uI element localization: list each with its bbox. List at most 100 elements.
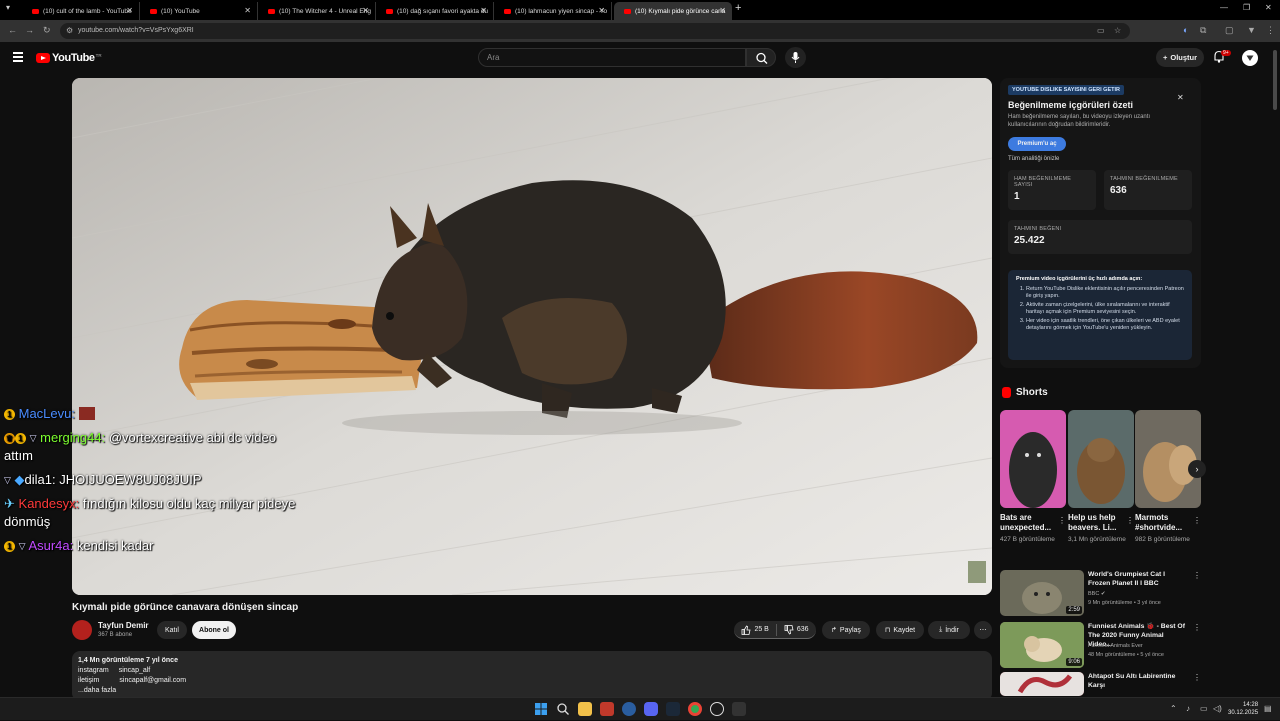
extension-icon[interactable]: ◐: [1183, 25, 1188, 35]
download-button[interactable]: ⤓ İndir: [928, 621, 970, 639]
all-analytics-link[interactable]: Tüm analitiği önizle: [1008, 156, 1059, 162]
windows-start-icon[interactable]: [534, 702, 548, 716]
chat-username: merging44:: [40, 430, 106, 445]
search-input[interactable]: [487, 53, 727, 62]
notification-center-icon[interactable]: ▤: [1264, 704, 1272, 713]
youtube-logo[interactable]: YouTube TR: [36, 52, 102, 64]
more-vert-icon[interactable]: ⋮: [1193, 623, 1201, 632]
network-icon[interactable]: ▭: [1200, 704, 1208, 713]
channel-avatar[interactable]: [72, 620, 92, 640]
video-thumbnail[interactable]: 9:06: [1000, 622, 1084, 668]
video-title[interactable]: World's Grumpiest Cat I Frozen Planet II…: [1088, 570, 1188, 588]
badge-icon: 1: [4, 541, 15, 552]
new-tab-icon[interactable]: +: [735, 2, 741, 14]
discord-icon[interactable]: [644, 702, 658, 716]
short-title[interactable]: Help us help beavers. Li...: [1068, 513, 1124, 533]
file-explorer-icon[interactable]: [578, 702, 592, 716]
site-info-icon[interactable]: ⚙: [66, 26, 73, 35]
app-icon[interactable]: [732, 702, 746, 716]
bookmark-star-icon[interactable]: ☆: [1114, 26, 1121, 35]
dislike-button[interactable]: 636: [784, 624, 809, 635]
search-button[interactable]: [746, 48, 776, 67]
account-avatar[interactable]: [1242, 50, 1258, 66]
chrome-icon[interactable]: [688, 702, 702, 716]
sidebar-icon[interactable]: ▢: [1225, 25, 1234, 36]
taskbar-search-icon[interactable]: [556, 702, 570, 716]
more-vert-icon[interactable]: ⋮: [1193, 516, 1201, 525]
divider: [775, 623, 777, 636]
dislike-count: 636: [796, 626, 809, 633]
short-thumbnail[interactable]: [1135, 410, 1201, 508]
more-vert-icon[interactable]: ⋮: [1193, 571, 1201, 580]
profile-icon[interactable]: ▼: [1247, 25, 1256, 35]
cast-icon[interactable]: ▭: [1097, 26, 1105, 35]
browser-tab[interactable]: (10) cult of the lamb - YouTube ✕: [22, 2, 140, 20]
app-icon[interactable]: [710, 702, 724, 716]
scrollbar-thumb[interactable]: [1273, 50, 1277, 110]
more-vert-icon[interactable]: ⋮: [1058, 516, 1066, 525]
chat-username: Kandesyx:: [18, 496, 80, 511]
join-button[interactable]: Katıl: [157, 621, 187, 639]
like-button[interactable]: 25 B: [741, 624, 769, 635]
browser-tab[interactable]: (10) The Witcher 4 - Unreal Eng ✕: [258, 2, 376, 20]
more-vert-icon[interactable]: ⋮: [1193, 673, 1200, 682]
tab-close-icon[interactable]: ✕: [598, 6, 605, 15]
steam-icon[interactable]: [666, 702, 680, 716]
browser-menu-icon[interactable]: ⋮: [1266, 25, 1275, 36]
page-scrollbar[interactable]: [1273, 46, 1278, 696]
tab-close-icon[interactable]: ✕: [480, 6, 487, 15]
description-box[interactable]: 1,4 Mn görüntüleme 7 yıl önce instagram s…: [72, 651, 992, 701]
channel-name[interactable]: Tayfun Demir: [98, 621, 149, 630]
tab-search-icon[interactable]: ▾: [6, 3, 10, 12]
video-title[interactable]: Ahtapot Su Altı Labirentine Karşı: [1088, 672, 1188, 690]
shorts-heading: Shorts: [1002, 387, 1048, 398]
voice-search-button[interactable]: [785, 47, 806, 68]
reload-icon[interactable]: ↻: [43, 25, 51, 36]
tab-close-icon[interactable]: ✕: [362, 6, 369, 15]
extensions-puzzle-icon[interactable]: ⧉: [1200, 25, 1206, 36]
system-clock[interactable]: 14:28 30.12.2025: [1228, 701, 1258, 717]
short-card[interactable]: Marmots #shortvide... 982 B görüntüleme …: [1135, 410, 1201, 544]
microphone-tray-icon[interactable]: ♪: [1186, 704, 1190, 713]
tab-close-icon[interactable]: ✕: [126, 6, 133, 15]
subscribe-button[interactable]: Abone ol: [192, 621, 236, 639]
short-thumbnail[interactable]: [1068, 410, 1134, 508]
save-button[interactable]: ⊓ Kaydet: [876, 621, 924, 639]
create-button[interactable]: + Oluştur: [1156, 48, 1204, 67]
share-button[interactable]: ↱ Paylaş: [822, 621, 870, 639]
maximize-icon[interactable]: ❐: [1243, 3, 1250, 12]
short-card[interactable]: Bats are unexpected... 427 B görüntüleme…: [1000, 410, 1066, 544]
address-bar[interactable]: ⚙ youtube.com/watch?v=VsPsYxg6XRI ☆ ▭: [60, 23, 1130, 39]
short-thumbnail[interactable]: [1000, 410, 1066, 508]
browser-tab-active[interactable]: (10) Kıymalı pide görünce cana ✕: [614, 2, 732, 20]
app-icon[interactable]: [600, 702, 614, 716]
volume-icon[interactable]: ◁): [1213, 704, 1222, 713]
tab-close-icon[interactable]: ✕: [719, 6, 726, 15]
recommended-video[interactable]: 2:59 World's Grumpiest Cat I Frozen Plan…: [1000, 570, 1201, 616]
app-icon[interactable]: [622, 702, 636, 716]
tab-close-icon[interactable]: ✕: [244, 6, 251, 15]
browser-tab[interactable]: (10) YouTube ✕: [140, 2, 258, 20]
tray-chevron-icon[interactable]: ⌃: [1170, 704, 1177, 713]
close-window-icon[interactable]: ✕: [1265, 3, 1272, 12]
back-icon[interactable]: ←: [8, 25, 17, 35]
video-thumbnail[interactable]: 2:59: [1000, 570, 1084, 616]
more-actions-button[interactable]: ⋯: [974, 621, 992, 639]
short-title[interactable]: Bats are unexpected...: [1000, 513, 1056, 533]
video-channel: Funniest Animals Ever: [1088, 643, 1143, 649]
close-icon[interactable]: ✕: [1177, 93, 1184, 102]
show-more-link[interactable]: ...daha fazla: [78, 686, 986, 696]
hamburger-menu-icon[interactable]: [13, 52, 23, 64]
recommended-video[interactable]: 9:06 Funniest Animals 🐞 - Best Of The 20…: [1000, 622, 1201, 668]
forward-icon[interactable]: →: [25, 25, 34, 35]
video-thumbnail[interactable]: [1000, 672, 1084, 696]
shorts-next-button[interactable]: ›: [1188, 460, 1206, 478]
minimize-icon[interactable]: —: [1220, 3, 1228, 12]
short-title[interactable]: Marmots #shortvide...: [1135, 513, 1191, 533]
short-card[interactable]: Help us help beavers. Li... 3,1 Mn görün…: [1068, 410, 1134, 544]
browser-tab[interactable]: (10) dağ sıçanı favori ayakta du ✕: [376, 2, 494, 20]
recommended-video[interactable]: Ahtapot Su Altı Labirentine Karşı ⋮: [1000, 672, 1200, 696]
premium-button[interactable]: Premium'u aç: [1008, 137, 1066, 151]
more-vert-icon[interactable]: ⋮: [1126, 516, 1134, 525]
browser-tab[interactable]: (10) lahmacun yiyen sincap - Yo ✕: [494, 2, 612, 20]
